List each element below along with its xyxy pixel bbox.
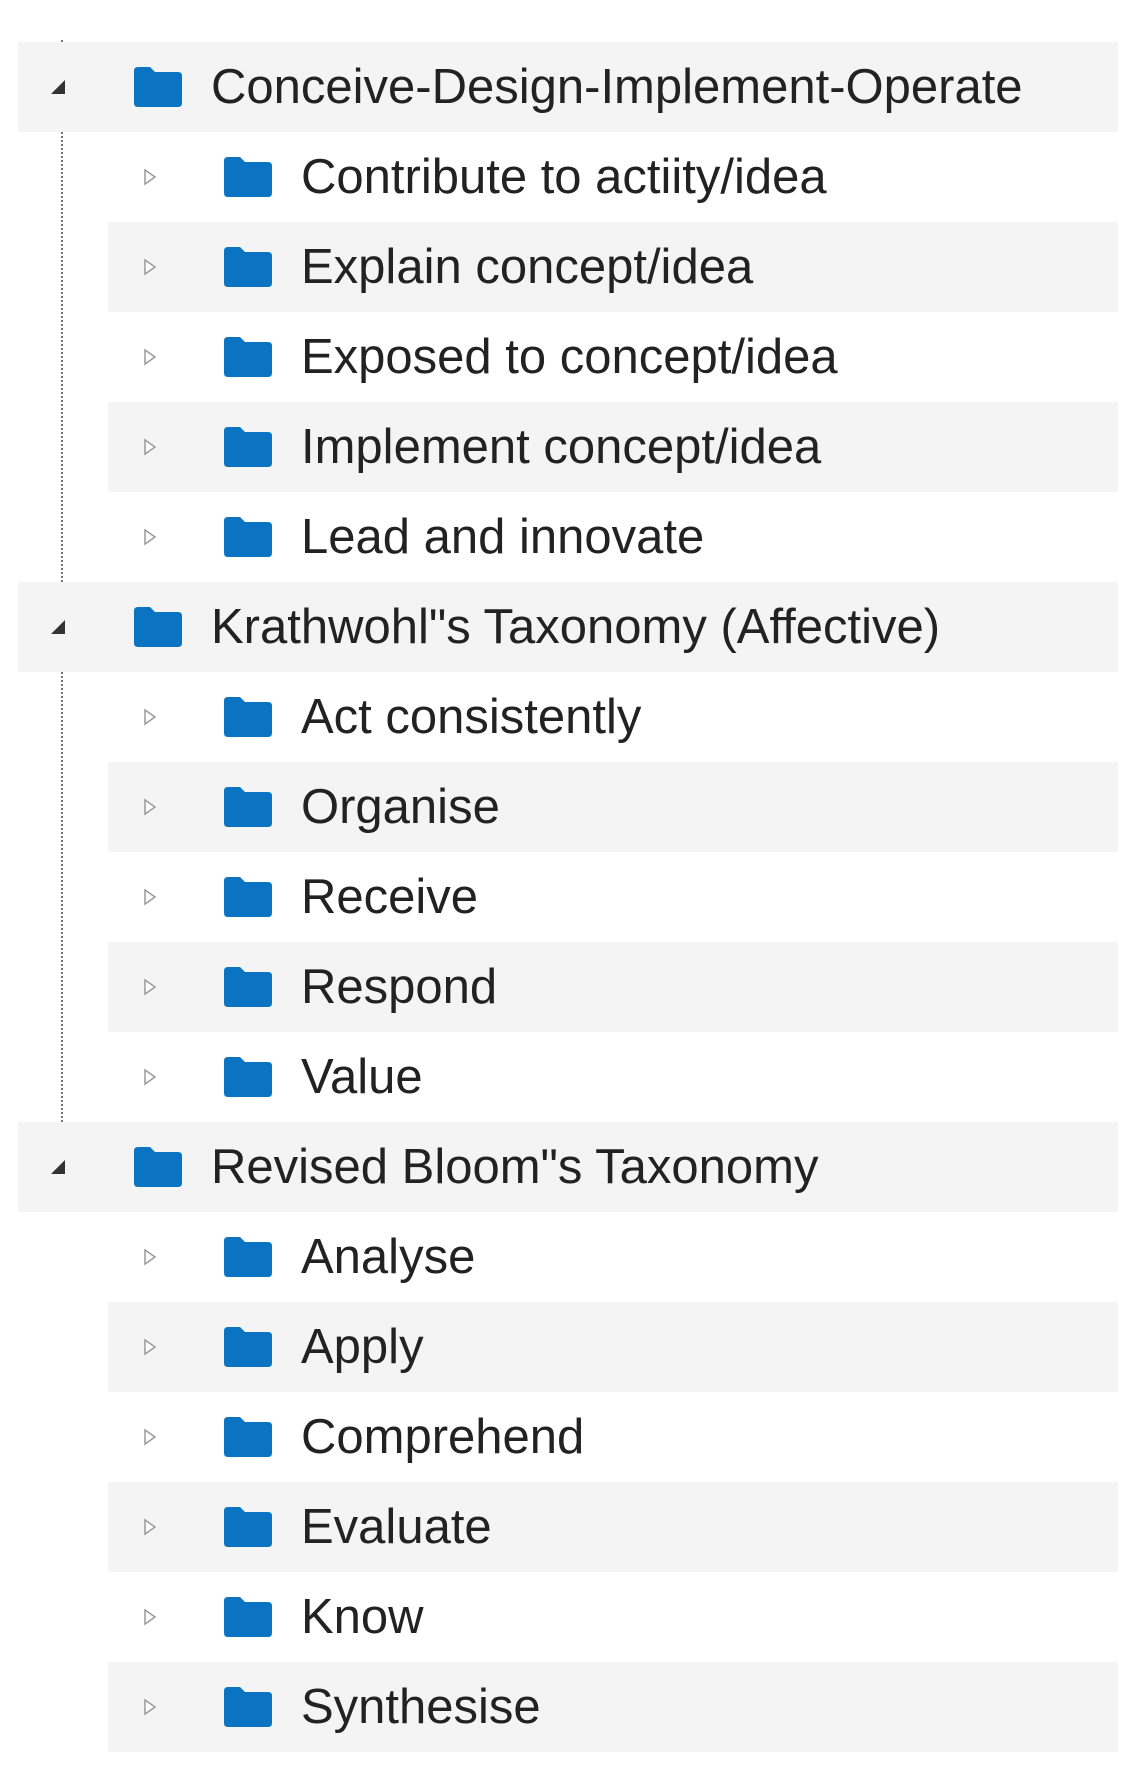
folder-icon: [222, 785, 274, 829]
tree-node-label[interactable]: Know: [301, 1572, 424, 1662]
tree-node-label[interactable]: Respond: [301, 942, 497, 1032]
folder-icon: [132, 65, 184, 109]
tree-node-item[interactable]: Value: [108, 1032, 1118, 1122]
collapse-toggle-icon[interactable]: [140, 347, 160, 367]
tree-node-label[interactable]: Lead and innovate: [301, 492, 704, 582]
tree-node-item[interactable]: Synthesise: [108, 1662, 1118, 1752]
folder-icon: [222, 515, 274, 559]
tree-node-group[interactable]: Conceive-Design-Implement-Operate: [18, 42, 1118, 132]
tree-node-label[interactable]: Organise: [301, 762, 500, 852]
expand-toggle-icon[interactable]: [48, 1157, 68, 1177]
collapse-toggle-icon[interactable]: [140, 1607, 160, 1627]
folder-icon: [222, 335, 274, 379]
tree-node-item[interactable]: Know: [108, 1572, 1118, 1662]
folder-icon: [132, 605, 184, 649]
collapse-toggle-icon[interactable]: [140, 797, 160, 817]
folder-icon: [222, 1325, 274, 1369]
collapse-toggle-icon[interactable]: [140, 977, 160, 997]
tree-node-label[interactable]: Evaluate: [301, 1482, 492, 1572]
folder-icon: [222, 965, 274, 1009]
tree-node-label[interactable]: Krathwohl"s Taxonomy (Affective): [211, 582, 940, 672]
tree-node-label[interactable]: Comprehend: [301, 1392, 584, 1482]
folder-icon: [222, 1505, 274, 1549]
expand-toggle-icon[interactable]: [48, 77, 68, 97]
tree-node-label[interactable]: Implement concept/idea: [301, 402, 821, 492]
category-tree: Conceive-Design-Implement-Operate Contrib…: [0, 0, 1130, 1784]
tree-node-item[interactable]: Lead and innovate: [108, 492, 1118, 582]
tree-node-item[interactable]: Act consistently: [108, 672, 1118, 762]
tree-node-label[interactable]: Revised Bloom"s Taxonomy: [211, 1122, 818, 1212]
collapse-toggle-icon[interactable]: [140, 437, 160, 457]
folder-icon: [222, 1415, 274, 1459]
tree-node-item[interactable]: Contribute to actiity/idea: [108, 132, 1118, 222]
expand-toggle-icon[interactable]: [48, 617, 68, 637]
collapse-toggle-icon[interactable]: [140, 1337, 160, 1357]
tree-node-item[interactable]: Exposed to concept/idea: [108, 312, 1118, 402]
tree-node-group[interactable]: Revised Bloom"s Taxonomy: [18, 1122, 1118, 1212]
collapse-toggle-icon[interactable]: [140, 1427, 160, 1447]
tree-node-label[interactable]: Analyse: [301, 1212, 475, 1302]
tree-node-item[interactable]: Implement concept/idea: [108, 402, 1118, 492]
tree-node-label[interactable]: Apply: [301, 1302, 424, 1392]
collapse-toggle-icon[interactable]: [140, 527, 160, 547]
collapse-toggle-icon[interactable]: [140, 1697, 160, 1717]
folder-icon: [222, 1055, 274, 1099]
tree-node-item[interactable]: Evaluate: [108, 1482, 1118, 1572]
tree-node-label[interactable]: Contribute to actiity/idea: [301, 132, 827, 222]
collapse-toggle-icon[interactable]: [140, 1067, 160, 1087]
tree-node-item[interactable]: Analyse: [108, 1212, 1118, 1302]
collapse-toggle-icon[interactable]: [140, 887, 160, 907]
folder-icon: [222, 1235, 274, 1279]
tree-node-label[interactable]: Receive: [301, 852, 478, 942]
tree-node-item[interactable]: Comprehend: [108, 1392, 1118, 1482]
folder-icon: [222, 875, 274, 919]
folder-icon: [222, 155, 274, 199]
tree-node-item[interactable]: Organise: [108, 762, 1118, 852]
collapse-toggle-icon[interactable]: [140, 1247, 160, 1267]
folder-icon: [222, 245, 274, 289]
tree-node-label[interactable]: Value: [301, 1032, 423, 1122]
collapse-toggle-icon[interactable]: [140, 1517, 160, 1537]
collapse-toggle-icon[interactable]: [140, 167, 160, 187]
folder-icon: [222, 695, 274, 739]
tree-node-item[interactable]: Apply: [108, 1302, 1118, 1392]
tree-node-group[interactable]: Krathwohl"s Taxonomy (Affective): [18, 582, 1118, 672]
folder-icon: [222, 425, 274, 469]
collapse-toggle-icon[interactable]: [140, 257, 160, 277]
tree-node-item[interactable]: Explain concept/idea: [108, 222, 1118, 312]
tree-node-label[interactable]: Explain concept/idea: [301, 222, 753, 312]
folder-icon: [222, 1595, 274, 1639]
tree-node-label[interactable]: Exposed to concept/idea: [301, 312, 838, 402]
folder-icon: [132, 1145, 184, 1189]
tree-node-label[interactable]: Act consistently: [301, 672, 641, 762]
tree-node-label[interactable]: Synthesise: [301, 1662, 541, 1752]
tree-node-item[interactable]: Receive: [108, 852, 1118, 942]
folder-icon: [222, 1685, 274, 1729]
collapse-toggle-icon[interactable]: [140, 707, 160, 727]
tree-node-item[interactable]: Respond: [108, 942, 1118, 1032]
tree-node-label[interactable]: Conceive-Design-Implement-Operate: [211, 42, 1023, 132]
